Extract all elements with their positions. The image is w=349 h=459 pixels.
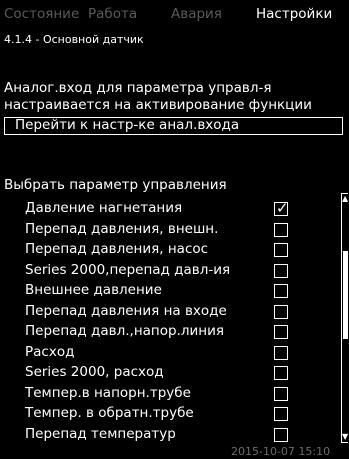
checkbox[interactable]: ✓ [274, 199, 289, 217]
list-item[interactable]: Перепад давл.,напор.линия [25, 323, 224, 339]
checkbox[interactable] [274, 366, 288, 380]
list-item[interactable]: Series 2000, расход [25, 364, 164, 380]
checkbox[interactable] [274, 427, 288, 442]
list-item[interactable]: Темпер.в напорн.трубе [25, 385, 191, 401]
tab-bar: Состояние Работа Авария Настройки [0, 0, 349, 28]
tab-alarm[interactable]: Авария [171, 6, 222, 22]
menu-code-title: 4.1.4 - Основной датчик [4, 33, 144, 46]
list-item[interactable]: Перепад температур [25, 426, 176, 442]
tab-operation[interactable]: Работа [88, 6, 137, 22]
checkbox[interactable] [274, 263, 288, 278]
tab-settings[interactable]: Настройки [256, 6, 332, 22]
scrollbar-thumb[interactable] [343, 251, 348, 339]
list-item[interactable]: Перепад давления, насос [25, 241, 208, 257]
list-item[interactable]: Темпер. в обратн.трубе [25, 405, 194, 421]
checkbox[interactable] [274, 325, 288, 339]
triangle-up-icon[interactable]: ▲ [342, 195, 348, 203]
checkbox[interactable] [274, 284, 288, 298]
list-item[interactable]: Давление нагнетания [25, 200, 182, 216]
checkbox[interactable] [274, 407, 288, 421]
list-item[interactable]: Расход [25, 344, 74, 360]
checkbox[interactable] [274, 222, 288, 237]
timestamp: 2015-10-07 15:10 [231, 445, 331, 458]
checkbox[interactable] [274, 304, 288, 319]
control-parameter-list: Давление нагнетания ✓ Перепад давления, вн… [0, 196, 338, 442]
list-item[interactable]: Перепад давления, внешн. [25, 221, 218, 237]
list-title: Выбрать параметр управления [4, 177, 227, 193]
checkbox[interactable] [274, 243, 288, 257]
check-icon: ✓ [276, 199, 289, 217]
scrollbar[interactable]: ▲ ▼ [341, 193, 349, 443]
goto-analog-input-button[interactable]: Перейти к настр-ке анал.входа [4, 117, 343, 135]
description-text: Аналог.вход для параметра управл-я настр… [4, 80, 312, 113]
tab-status[interactable]: Состояние [4, 6, 79, 22]
list-item[interactable]: Series 2000,перепад давл-ия [25, 262, 230, 278]
triangle-down-icon[interactable]: ▼ [342, 433, 348, 441]
list-item[interactable]: Перепад давления на входе [25, 303, 227, 319]
checkbox[interactable] [274, 386, 288, 401]
checkbox[interactable] [274, 345, 288, 360]
list-item[interactable]: Внешнее давление [25, 282, 162, 298]
